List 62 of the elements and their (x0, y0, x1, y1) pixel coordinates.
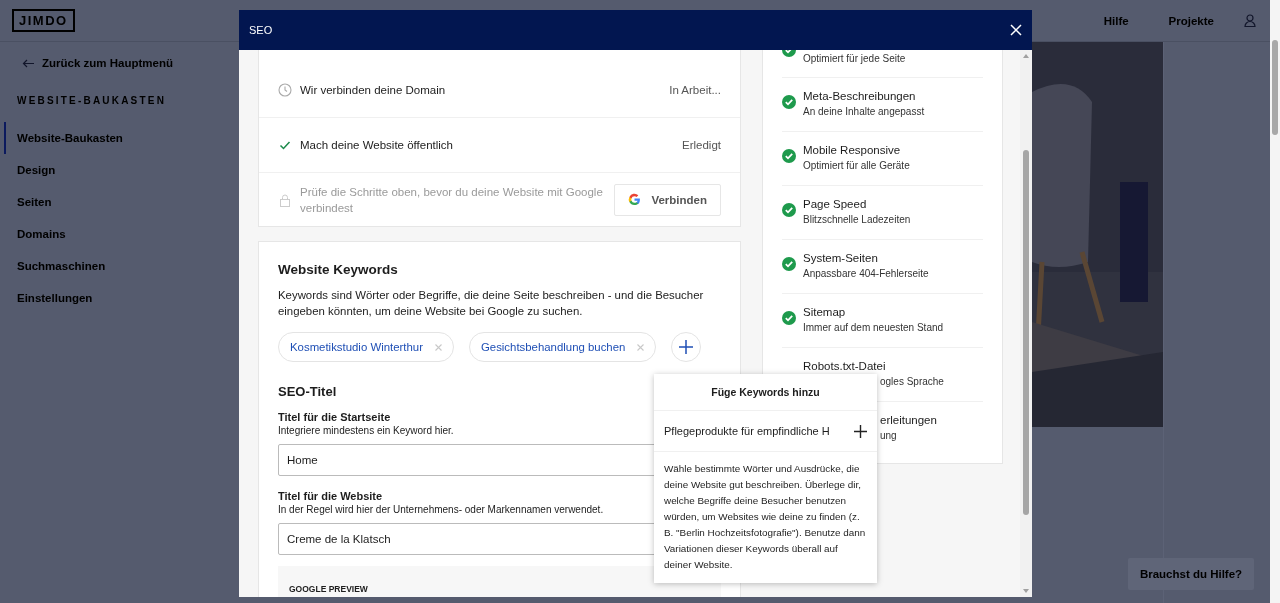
sidebar-item[interactable]: Einstellungen (4, 282, 239, 314)
check-circle-icon (782, 257, 796, 271)
plus-icon (679, 340, 694, 354)
scrollbar[interactable] (1020, 50, 1032, 597)
feature-title: Sitemap (803, 305, 846, 320)
feature-title: Mobile Responsive (803, 143, 901, 158)
back-link[interactable]: Zurück zum Hauptmenü (42, 57, 173, 69)
sidebar-item[interactable]: Design (4, 154, 239, 186)
feature-subtitle: ung (880, 429, 897, 443)
feature-title: erleitungen (880, 413, 937, 428)
field-hint: In der Regel wird hier der Unternehmens- oder Markennamen verwendet. (278, 503, 604, 517)
section-heading: WEBSITE-BAUKASTEN (17, 95, 168, 108)
user-icon[interactable] (1244, 14, 1256, 27)
check-circle-icon (782, 95, 796, 109)
feature-subtitle: Optimiert für jede Seite (803, 52, 906, 66)
remove-icon[interactable] (434, 343, 442, 351)
step-label: Mach deine Website öffentlich (300, 138, 454, 153)
keyword-text: Gesichtsbehandlung buchen (480, 341, 626, 353)
remove-icon[interactable] (637, 343, 645, 351)
step-label: Wir verbinden deine Domain (300, 83, 447, 98)
scrollbar[interactable] (1270, 0, 1280, 603)
sidebar-item[interactable]: Seiten (4, 186, 239, 218)
sidebar-item[interactable]: Domains (4, 218, 239, 250)
add-icon[interactable] (854, 424, 867, 438)
section-title: Website Keywords (278, 261, 399, 279)
feature-title: Meta-Beschreibungen (803, 89, 916, 104)
lock-icon (278, 192, 292, 207)
nav-link[interactable]: Projekte (1168, 14, 1214, 27)
feature-subtitle: Anpassbare 404-Fehlerseite (803, 267, 929, 281)
add-keyword-button[interactable] (671, 332, 702, 362)
nav-link[interactable]: Hilfe (1103, 14, 1129, 27)
help-button[interactable]: Brauchst du Hilfe? (1128, 558, 1254, 590)
modal-title: SEO (249, 24, 273, 36)
sidebar-item[interactable]: Suchmaschinen (4, 250, 239, 282)
feature-subtitle: Immer auf dem neuesten Stand (803, 321, 944, 335)
popover-title: Füge Keywords hinzu (654, 374, 877, 411)
connect-button[interactable]: Verbinden (614, 183, 721, 216)
feature-subtitle: ogles Sprache (880, 375, 944, 389)
keyword-input[interactable]: Pflegeprodukte für empfindliche H (664, 425, 830, 437)
step-label: Prüfe die Schritte oben, bevor du deine Website mit Google verbindest (300, 184, 604, 216)
field-hint: Integriere mindestens ein Keyword hier. (278, 424, 454, 438)
description: Keywords sind Wörter oder Begriffe, die deine Seite beschreiben - und die Besucher eingeben könnten, um deine Website bei Google zu suchen. (278, 288, 705, 319)
feature-subtitle: Blitzschnelle Ladezeiten (803, 213, 911, 227)
check-circle-icon (782, 311, 796, 325)
feature-title: Robots.txt-Datei (803, 359, 886, 374)
feature-title: Page Speed (803, 197, 867, 212)
field-label: Titel für die Website (278, 489, 383, 503)
close-icon[interactable] (1010, 24, 1022, 36)
logo[interactable]: JIMDO (12, 9, 75, 32)
feature-title: System-Seiten (803, 251, 878, 266)
feature-subtitle: An deine Inhalte angepasst (803, 105, 925, 119)
step-status: In Arbeit... (669, 84, 721, 96)
check-circle-icon (782, 149, 796, 163)
step-status: Erledigt (682, 139, 721, 151)
clock-icon (278, 83, 292, 97)
field-label: Titel für die Startseite (278, 410, 391, 424)
back-arrow-icon[interactable] (22, 58, 34, 68)
check-circle-icon (782, 203, 796, 217)
google-icon (628, 193, 642, 206)
preview-label: GOOGLE PREVIEW (289, 584, 368, 594)
feature-subtitle: Optimiert für alle Geräte (803, 159, 910, 173)
keyword-text: Kosmetikstudio Winterthur (290, 341, 423, 353)
